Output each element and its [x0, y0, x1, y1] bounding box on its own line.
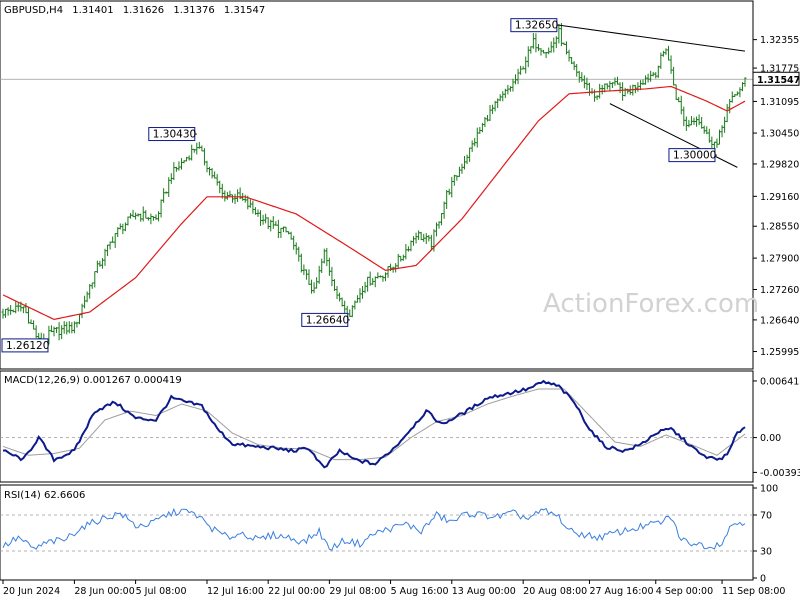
price-tick-label: 1.27900 — [760, 254, 799, 265]
annotation-text: 1.30000 — [673, 150, 716, 162]
annotation-label: 1.30000 — [668, 148, 717, 163]
annotation-text: 1.26120 — [6, 340, 49, 352]
annotation-label: 1.30430 — [148, 127, 197, 142]
chart-canvas: ActionForex.com 1.323551.317751.310951.3… — [0, 0, 800, 600]
time-tick-label: 29 Jul 08:00 — [329, 586, 386, 597]
annotation-label: 1.32650 — [510, 18, 559, 33]
rsi-tick-label: 100 — [760, 484, 778, 495]
open-value: 1.31401 — [72, 5, 113, 16]
time-tick-label: 13 Aug 00:00 — [452, 586, 516, 597]
symbol-label: GBPUSD,H4 — [4, 5, 63, 16]
time-tick-label: 11 Sep 08:00 — [722, 586, 785, 597]
price-tick-label: 1.32355 — [760, 35, 799, 46]
time-tick-label: 5 Jul 08:00 — [136, 586, 187, 597]
price-tick-label: 1.31095 — [760, 97, 799, 108]
time-tick-label: 27 Aug 16:00 — [589, 586, 653, 597]
chart-header: GBPUSD,H4 1.31401 1.31626 1.31376 1.3154… — [4, 5, 265, 16]
time-tick-label: 20 Aug 08:00 — [523, 586, 587, 597]
time-tick-label: 22 Jul 00:00 — [268, 586, 325, 597]
current-price-text: 1.31547 — [757, 75, 800, 86]
high-value: 1.31626 — [123, 5, 164, 16]
rsi-tick-label: 70 — [760, 511, 772, 522]
macd-tick-label: 0.00 — [760, 433, 781, 444]
rsi-title: RSI(14) 62.6606 — [4, 490, 85, 501]
annotation-label: 1.26120 — [1, 338, 49, 353]
low-value: 1.31376 — [173, 5, 214, 16]
time-tick-label: 5 Aug 16:00 — [391, 586, 449, 597]
rsi-tick-label: 0 — [760, 574, 766, 585]
macd-tick-label: 0.006413 — [760, 376, 800, 387]
time-tick-label: 4 Sep 00:00 — [656, 586, 713, 597]
rsi-tick-label: 30 — [760, 547, 772, 558]
annotation-text: 1.32650 — [515, 20, 558, 32]
watermark-text: ActionForex.com — [543, 289, 759, 319]
price-tick-label: 1.30450 — [760, 129, 799, 140]
macd-tick-label: -0.003938 — [760, 468, 800, 479]
annotation-label: 1.26640 — [301, 312, 350, 327]
time-tick-label: 12 Jul 16:00 — [207, 586, 264, 597]
time-tick-label: 20 Jun 2024 — [3, 586, 60, 597]
price-tick-label: 1.27260 — [760, 285, 799, 296]
time-tick-label: 28 Jun 00:00 — [74, 586, 134, 597]
close-value: 1.31547 — [224, 5, 265, 16]
macd-title: MACD(12,26,9) 0.001267 0.000419 — [4, 375, 182, 386]
annotation-text: 1.26640 — [306, 314, 349, 326]
price-tick-label: 1.29820 — [760, 159, 799, 170]
price-tick-label: 1.28550 — [760, 222, 799, 233]
annotation-text: 1.30430 — [153, 129, 196, 141]
price-tick-label: 1.29160 — [760, 192, 799, 203]
price-tick-label: 1.26640 — [760, 315, 799, 326]
price-tick-label: 1.25995 — [760, 347, 799, 358]
